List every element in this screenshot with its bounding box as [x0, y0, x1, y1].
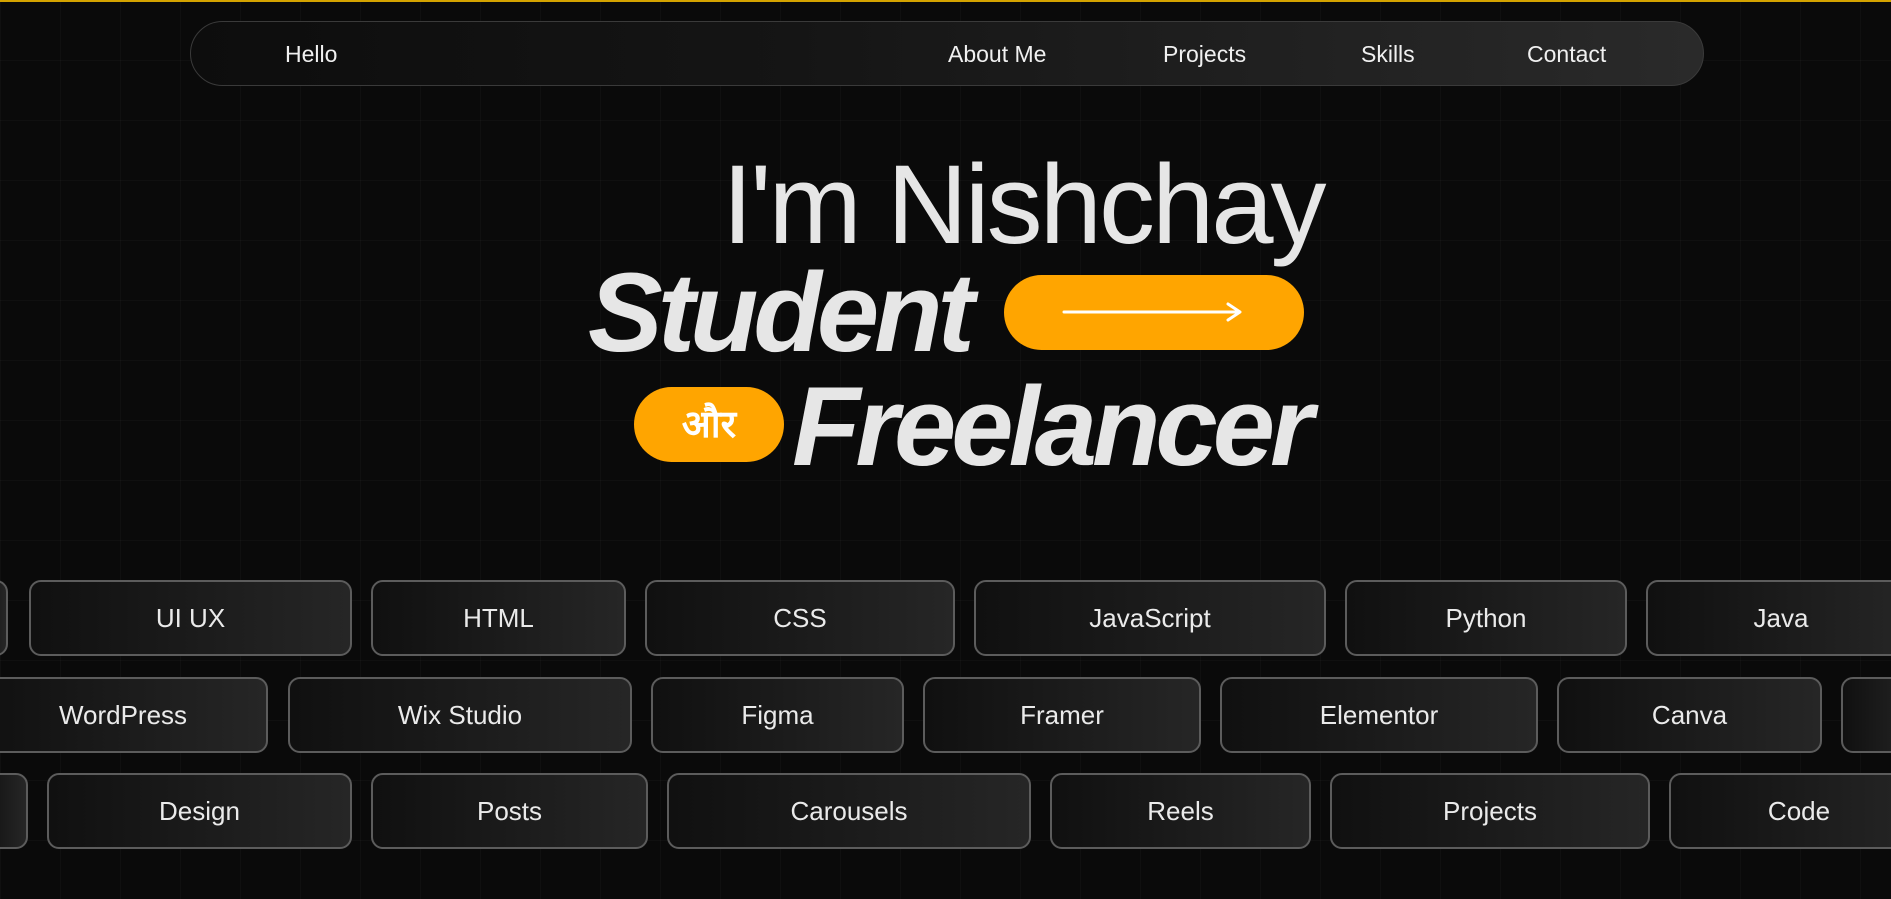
nav-link-skills[interactable]: Skills: [1361, 22, 1415, 87]
skill-tag-html: HTML: [371, 580, 626, 656]
arrow-right-icon: [1062, 302, 1242, 322]
skill-tag-framer: Framer: [923, 677, 1201, 753]
skill-tag-carousels: Carousels: [667, 773, 1031, 849]
skill-tag: [0, 580, 8, 656]
hero-connector-badge: और: [634, 387, 784, 462]
top-accent-line: [0, 0, 1891, 2]
skill-tag-projects: Projects: [1330, 773, 1650, 849]
nav-link-projects[interactable]: Projects: [1163, 22, 1246, 87]
skill-tag-elementor: Elementor: [1220, 677, 1538, 753]
skill-tag-java: Java: [1646, 580, 1891, 656]
skill-tag: [0, 773, 28, 849]
skill-tag-wix-studio: Wix Studio: [288, 677, 632, 753]
skill-tag-python: Python: [1345, 580, 1627, 656]
skill-tag-code: Code: [1669, 773, 1891, 849]
skill-tag-figma: Figma: [651, 677, 904, 753]
skill-tag-reels: Reels: [1050, 773, 1311, 849]
skill-tag-javascript: JavaScript: [974, 580, 1326, 656]
hero-heading-student: Student: [588, 250, 975, 375]
skill-tag-css: CSS: [645, 580, 955, 656]
nav-link-contact[interactable]: Contact: [1527, 22, 1606, 87]
skill-tag-canva: Canva: [1557, 677, 1822, 753]
skill-tag: [1841, 677, 1891, 753]
navbar: Hello About Me Projects Skills Contact: [190, 21, 1704, 86]
hero-heading-freelancer: Freelancer: [792, 364, 1314, 489]
skill-tag-posts: Posts: [371, 773, 648, 849]
nav-brand-hello[interactable]: Hello: [285, 22, 337, 87]
nav-link-about-me[interactable]: About Me: [948, 22, 1046, 87]
skill-tag-design: Design: [47, 773, 352, 849]
hero-arrow-button[interactable]: [1004, 275, 1304, 350]
skill-tag-wordpress: WordPress: [0, 677, 268, 753]
skill-tag-ui-ux: UI UX: [29, 580, 352, 656]
